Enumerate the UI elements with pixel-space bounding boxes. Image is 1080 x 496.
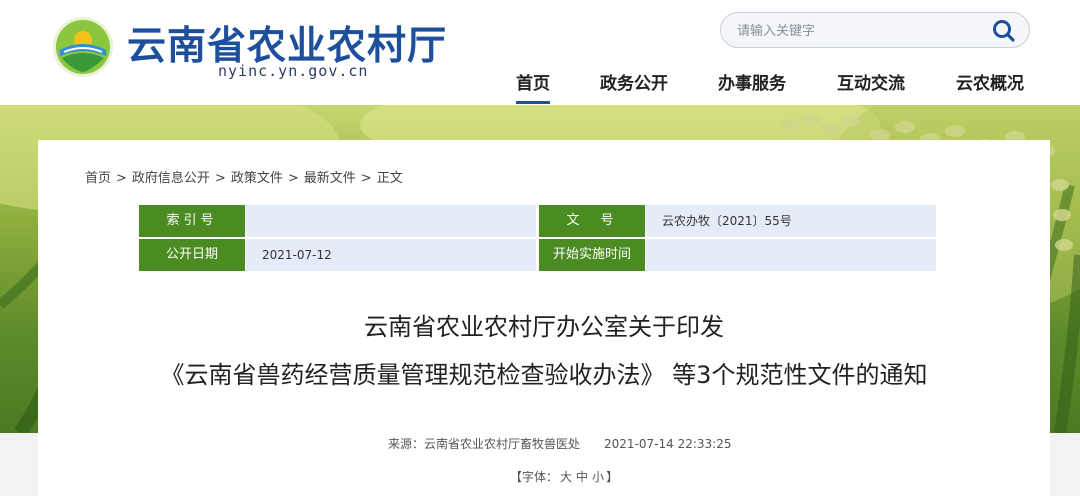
nav-home[interactable]: 首页	[516, 64, 550, 104]
font-size-switcher: 【字体：大中小】	[510, 468, 618, 485]
breadcrumb-home[interactable]: 首页	[85, 171, 111, 186]
search-icon[interactable]	[991, 18, 1017, 44]
source-value: 云南省农业农村厅畜牧兽医处	[424, 437, 581, 451]
search-input[interactable]	[737, 21, 977, 41]
meta-row-doc-no: 文 号 云农办牧〔2021〕55号	[539, 205, 936, 237]
publish-datetime: 2021-07-14 22:33:25	[604, 437, 732, 451]
search-box	[720, 12, 1030, 48]
site-header: 云南省农业农村厅 nyinc.yn.gov.cn 首页 政务公开 办事服务 互动…	[0, 0, 1080, 105]
site-domain: nyinc.yn.gov.cn	[218, 62, 369, 80]
meta-row-index: 索引号	[139, 205, 539, 237]
font-size-prefix: 【字体：	[510, 470, 559, 484]
index-label: 索引号	[139, 205, 245, 237]
nav-overview[interactable]: 云农概况	[956, 64, 1024, 104]
source-label: 来源：	[388, 437, 425, 451]
breadcrumb: 首页 > 政府信息公开 > 政策文件 > 最新文件 > 正文	[85, 167, 403, 186]
publish-date-label: 公开日期	[139, 239, 245, 271]
index-value	[246, 205, 536, 237]
breadcrumb-separator: >	[287, 171, 299, 186]
breadcrumb-separator: >	[116, 171, 127, 186]
doc-number-value: 云农办牧〔2021〕55号	[646, 205, 936, 237]
nav-services[interactable]: 办事服务	[718, 64, 786, 104]
meta-row-effective: 开始实施时间	[539, 239, 936, 271]
article-card: 首页 > 政府信息公开 > 政策文件 > 最新文件 > 正文 索引号 文 号 云农办牧〔2021…	[38, 140, 1050, 496]
font-size-suffix: 】	[606, 470, 619, 484]
font-size-large[interactable]: 大	[560, 470, 572, 484]
nav-interaction[interactable]: 互动交流	[837, 64, 905, 104]
effective-date-value	[646, 239, 936, 271]
effective-date-label: 开始实施时间	[539, 239, 645, 271]
doc-number-label: 文 号	[539, 205, 645, 237]
breadcrumb-separator: >	[214, 171, 226, 186]
breadcrumb-separator: >	[360, 171, 372, 186]
breadcrumb-policy[interactable]: 政策文件	[231, 171, 283, 186]
logo-icon[interactable]	[52, 16, 114, 78]
nav-government-affairs[interactable]: 政务公开	[600, 64, 668, 104]
publish-date-value: 2021-07-12	[246, 239, 536, 271]
article-title-line2: 《云南省兽药经营质量管理规范检查验收办法》 等3个规范性文件的通知	[160, 361, 928, 389]
article-source: 来源：云南省农业农村厅畜牧兽医处 2021-07-14 22:33:25	[388, 435, 731, 452]
breadcrumb-latest[interactable]: 最新文件	[304, 171, 356, 186]
breadcrumb-gov-info[interactable]: 政府信息公开	[132, 171, 210, 186]
breadcrumb-current: 正文	[376, 171, 403, 186]
meta-row-publish: 公开日期 2021-07-12	[139, 239, 539, 271]
font-size-medium[interactable]: 中	[576, 470, 588, 484]
font-size-small[interactable]: 小	[592, 470, 604, 484]
article-title-line1: 云南省农业农村厅办公室关于印发	[364, 313, 724, 341]
